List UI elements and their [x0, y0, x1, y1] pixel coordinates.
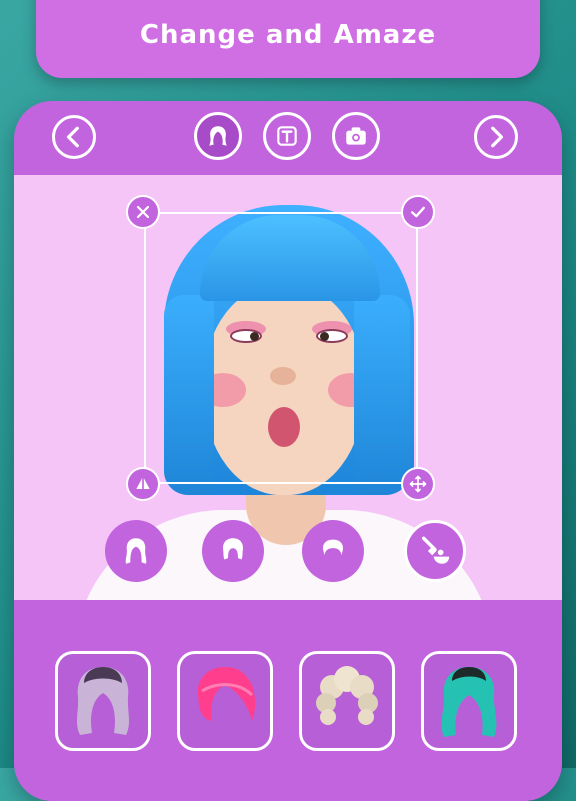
camera-icon	[346, 127, 366, 145]
text-tool-button[interactable]	[263, 112, 311, 160]
photo-canvas[interactable]	[14, 175, 562, 600]
remove-wig-button[interactable]	[126, 195, 160, 229]
hair-dye-icon	[421, 536, 450, 564]
long-hair-style-button[interactable]	[105, 520, 167, 582]
move-icon	[409, 475, 427, 493]
hair-dye-style-button[interactable]	[404, 520, 466, 582]
teal-wig-thumbnail	[441, 667, 497, 737]
camera-button[interactable]	[332, 112, 380, 160]
wig-tile-pink[interactable]	[177, 651, 273, 751]
move-wig-button[interactable]	[401, 467, 435, 501]
short-hair-icon	[322, 539, 344, 556]
promo-banner: Change and Amaze	[36, 0, 540, 78]
forward-button[interactable]	[474, 115, 518, 159]
flip-wig-button[interactable]	[126, 467, 160, 501]
wig-tile-lavender[interactable]	[55, 651, 151, 751]
chevron-right-icon	[491, 126, 504, 148]
lavender-wig-thumbnail	[76, 667, 130, 735]
banner-title: Change and Amaze	[139, 20, 437, 50]
hair-tool-icon	[209, 126, 227, 146]
confirm-wig-button[interactable]	[401, 195, 435, 229]
long-hair-icon	[125, 538, 147, 564]
blonde-curly-wig-thumbnail	[316, 666, 378, 725]
medium-hair-icon	[222, 538, 244, 560]
wig-gallery	[14, 600, 562, 801]
top-toolbar	[14, 101, 562, 175]
text-tool-icon	[277, 126, 297, 146]
wig-tile-teal[interactable]	[421, 651, 517, 751]
wig-selection-frame[interactable]	[144, 212, 418, 484]
chevron-left-icon	[66, 126, 79, 148]
short-hair-style-button[interactable]	[302, 520, 364, 582]
check-icon	[411, 206, 425, 218]
hair-tool-button[interactable]	[194, 112, 242, 160]
back-button[interactable]	[52, 115, 96, 159]
wig-tile-blonde[interactable]	[299, 651, 395, 751]
medium-hair-style-button[interactable]	[202, 520, 264, 582]
app-screen	[14, 101, 562, 801]
close-icon	[136, 205, 150, 219]
pink-wig-thumbnail	[197, 667, 256, 721]
flip-icon	[136, 478, 150, 489]
